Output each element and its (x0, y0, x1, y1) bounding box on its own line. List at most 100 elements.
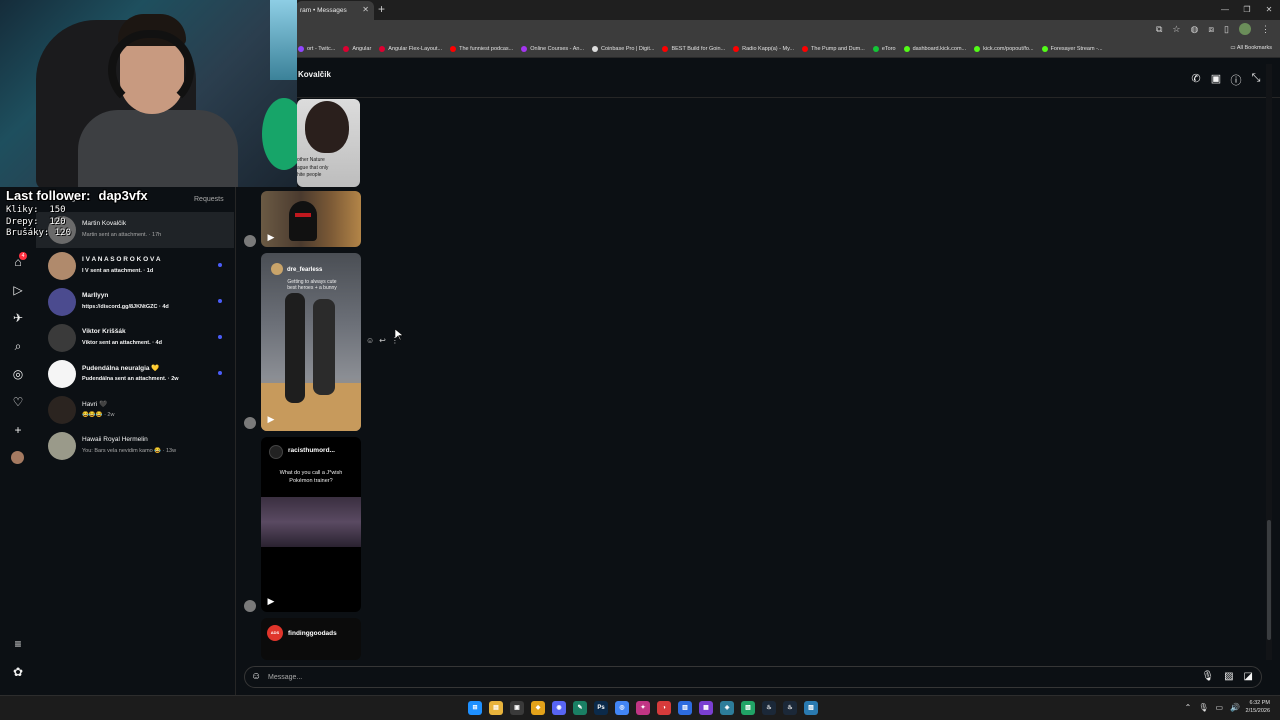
taskbar-app-icon[interactable]: ▣ (510, 701, 524, 715)
minimize-icon[interactable]: — (1214, 0, 1236, 20)
close-window-icon[interactable]: ✕ (1258, 0, 1280, 20)
bookmark-item[interactable]: Coinbase Pro | Digit... (592, 46, 654, 52)
create-icon[interactable]: + (10, 422, 26, 438)
taskbar-app-icon[interactable]: ◈ (720, 701, 734, 715)
sender-avatar[interactable] (244, 235, 256, 247)
unread-dot (218, 371, 222, 375)
profile-avatar-nav[interactable] (11, 451, 24, 464)
bookmark-star-icon[interactable]: ☆ (1172, 24, 1180, 35)
bookmark-item[interactable]: The funniest podcas... (450, 46, 513, 52)
shared-post-1[interactable]: other Nature ague that only hite people (297, 99, 360, 187)
taskbar-app-icon[interactable]: ⊞ (468, 701, 482, 715)
reel-icon: ▶ (267, 232, 275, 242)
taskbar-app-icon[interactable]: ▦ (699, 701, 713, 715)
conversation-item[interactable]: Havri 🖤 😂😂😂 · 2w (36, 392, 234, 428)
phone-call-icon[interactable]: ✆ (1190, 72, 1202, 88)
new-tab-button[interactable]: + (378, 2, 385, 16)
search-icon[interactable]: ⌕ (10, 338, 26, 354)
microphone-tray-icon[interactable]: 🎙 (1198, 703, 1208, 712)
conversation-item[interactable]: Hawaii Royal Hermelin You: Bars vela nevi… (36, 428, 234, 464)
react-icon[interactable]: ☺ (366, 336, 374, 345)
bookmark-label: BEST Build for Goin... (671, 46, 726, 52)
reply-icon[interactable]: ↩ (379, 336, 386, 345)
chat-scroll-thumb[interactable] (1267, 520, 1271, 640)
minimize-chat-icon[interactable]: ⤡ (1250, 72, 1262, 88)
message-composer: ☺ 🎙 ▨ ◪ (244, 666, 1262, 688)
shared-reel-1[interactable]: ▶ (261, 191, 361, 247)
taskbar-app-icon[interactable]: ♨ (762, 701, 776, 715)
image-upload-icon[interactable]: ▨ (1224, 671, 1233, 682)
taskbar-app-icon[interactable]: ♨ (783, 701, 797, 715)
sticker-icon[interactable]: ◪ (1244, 671, 1253, 682)
taskbar-app-icon[interactable]: ▧ (741, 701, 755, 715)
chat-contact-name[interactable]: Kovalčik (298, 70, 331, 79)
post-text: What do you call a J*wish Pokémon traine… (279, 470, 343, 484)
conversation-name: Viktor Kriššák (82, 328, 126, 335)
taskbar-app-icon[interactable]: ◉ (552, 701, 566, 715)
message-input[interactable] (268, 670, 1168, 684)
emoji-icon[interactable]: ☺ (251, 671, 261, 682)
bookmark-item[interactable]: The Pump and Dum... (802, 46, 865, 52)
taskbar-app-icon[interactable]: ◆ (531, 701, 545, 715)
all-bookmarks-button[interactable]: ▭ All Bookmarks (1230, 45, 1272, 51)
taskbar-app-icon[interactable]: ◑ (657, 701, 671, 715)
volume-icon[interactable]: 🔊 (1230, 703, 1240, 712)
network-icon[interactable]: ▭ (1215, 703, 1223, 712)
taskbar-app-icon[interactable]: Ps (594, 701, 608, 715)
shared-post-3[interactable]: ADS findinggoodads (261, 618, 361, 660)
reels-icon[interactable]: ▷ (10, 282, 26, 298)
sender-avatar[interactable] (244, 600, 256, 612)
heart-icon[interactable]: ♡ (10, 394, 26, 410)
conversation-avatar (48, 288, 76, 316)
extensions-puzzle-icon[interactable]: ⧈ (1208, 24, 1214, 35)
messages-icon[interactable]: ✈ (10, 310, 26, 326)
video-call-icon[interactable]: ▣ (1210, 72, 1222, 88)
sender-avatar[interactable] (244, 417, 256, 429)
bookmark-item[interactable]: BEST Build for Goin... (662, 46, 725, 52)
conversation-item[interactable]: Pudendálna neuralgia 💛 Pudendálna sent an… (36, 356, 234, 392)
bookmark-item[interactable]: dashboard.kick.com... (903, 46, 966, 52)
menu-icon[interactable]: ≡ (10, 636, 26, 652)
shared-post-2[interactable]: racisthumord... What do you call a J*wis… (261, 437, 361, 612)
taskbar-app-icon[interactable]: ◎ (615, 701, 629, 715)
profile-avatar[interactable] (1239, 23, 1251, 35)
bookmark-item[interactable]: ort - Twitc... (298, 46, 335, 52)
extension-icon[interactable]: ◍ (1190, 24, 1198, 35)
browser-menu-icon[interactable]: ⋮ (1261, 24, 1270, 35)
taskbar-clock[interactable]: 6:32 PM 2/15/2026 (1246, 699, 1270, 715)
bookmark-item[interactable]: Foresayer Stream -... (1041, 46, 1103, 52)
tray-chevron-icon[interactable]: ⌃ (1185, 703, 1192, 712)
conversation-name: Martin Kovalčik (82, 220, 127, 227)
requests-link[interactable]: Requests (194, 196, 224, 203)
taskbar-app-icon[interactable]: ▨ (804, 701, 818, 715)
bookmark-item[interactable]: Online Courses - An... (521, 46, 584, 52)
bookmark-item[interactable]: eToro (872, 46, 896, 52)
reel-icon: ▶ (267, 596, 275, 606)
tab-messages[interactable]: ram • Messages ✕ (296, 1, 374, 20)
shared-reel-2[interactable]: dre_fearless Getting to always cute best… (261, 253, 361, 431)
taskbar-app-icon[interactable]: ▥ (678, 701, 692, 715)
bookmark-item[interactable]: Radio Kapp(a) - My... (733, 46, 794, 52)
conversation-item[interactable]: I V A N A S O R O K O V A I V sent an att… (36, 248, 234, 284)
bookmark-item[interactable]: Angular Flex-Layout... (379, 46, 442, 52)
taskbar-app-icon[interactable]: ▤ (489, 701, 503, 715)
bookmark-label: Radio Kapp(a) - My... (742, 46, 795, 52)
conversation-name: Pudendálna neuralgia 💛 (82, 365, 160, 372)
conversation-item[interactable]: Viktor Kriššák Viktor sent an attachment.… (36, 320, 234, 356)
microphone-icon[interactable]: 🎙 (1201, 671, 1214, 682)
taskbar-app-icon[interactable]: ✎ (573, 701, 587, 715)
conversation-avatar (48, 324, 76, 352)
sidebar-icon[interactable]: ▯ (1224, 24, 1229, 35)
close-tab-icon[interactable]: ✕ (362, 5, 369, 14)
conversation-item[interactable]: Marllyyn https://discord.gg/8JKNtGZC · 4d (36, 284, 234, 320)
explore-icon[interactable]: ◎ (10, 366, 26, 382)
info-icon[interactable]: ⓘ (1230, 72, 1242, 88)
restore-icon[interactable]: ❐ (1236, 0, 1258, 20)
threads-icon[interactable]: ✿ (10, 664, 26, 680)
bookmark-item[interactable]: kick.com/popout/fo... (974, 46, 1034, 52)
last-follower-name: dap3vfx (98, 188, 148, 203)
install-app-icon[interactable]: ⧉ (1156, 24, 1162, 35)
conversation-avatar (48, 252, 76, 280)
bookmark-item[interactable]: Angular (343, 46, 371, 52)
taskbar-app-icon[interactable]: ✦ (636, 701, 650, 715)
